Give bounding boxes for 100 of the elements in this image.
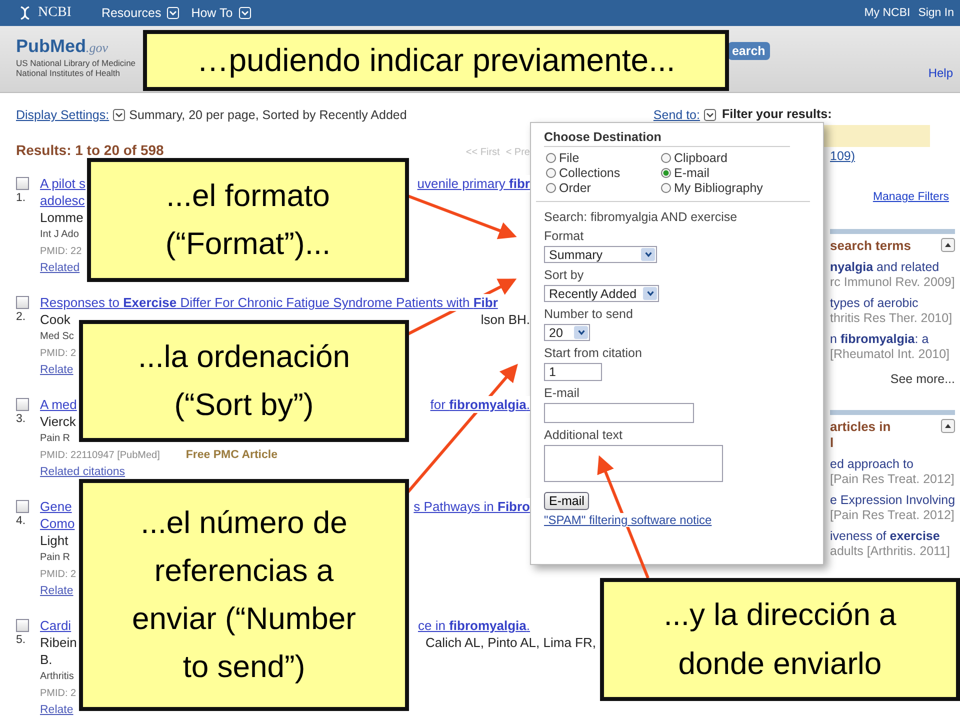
journal-citation: Int J Ado [40, 228, 79, 242]
email-button[interactable]: E-mail [544, 492, 590, 510]
article-link[interactable]: ed approach to [830, 457, 914, 472]
callout-box: …pudiendo indicar previamente... [143, 30, 729, 91]
radio-button[interactable] [546, 183, 556, 193]
author-list: Lomme [40, 209, 84, 226]
article-link[interactable]: n fibromyalgia: a [830, 332, 929, 347]
menu-link[interactable]: How To [191, 6, 233, 20]
input-field[interactable]: 1 [544, 363, 602, 381]
caret-icon[interactable] [113, 109, 126, 121]
pmid-text: PMID: 22110947 [PubMed] [40, 449, 160, 463]
pmid-text: PMID: 2 [40, 568, 76, 582]
see-more-link[interactable]: See more... [890, 372, 955, 386]
organization-text: US National Library of Medicine [16, 58, 136, 68]
section-heading: articles in l [830, 419, 891, 451]
header-link[interactable]: Sign In [918, 7, 954, 19]
related-citations-link[interactable]: Relate [40, 362, 74, 379]
radio-label[interactable]: Collections [559, 166, 620, 180]
result-title-link[interactable]: Responses to Exercise Differ For Chronic Fatigue Syndrome Patients with Fibr [40, 294, 498, 311]
chevron-icon [644, 250, 652, 259]
article-link[interactable]: e Expression Involving [830, 493, 956, 508]
dropdown[interactable]: Summary [544, 246, 657, 263]
results-heading: Results: 1 to 20 of 598 [16, 142, 164, 158]
organization-text: National Institutes of Health [16, 68, 121, 78]
callout-box: ...el formato (“Format”)... [87, 158, 409, 282]
popup-heading: Choose Destination [544, 130, 790, 147]
callout-box: ...el número de referencias a enviar (“Number to send”) [79, 479, 409, 711]
search-query: Search: fibromyalgia AND exercise [544, 210, 738, 224]
journal-citation: Arthritis [40, 670, 74, 684]
pmid-text: PMID: 2 [40, 347, 76, 361]
result-number: 1. [16, 192, 27, 204]
related-citations-link[interactable]: Related [40, 260, 80, 277]
article-source: [Rheumatol Int. 2010] [830, 347, 950, 362]
radio-button[interactable] [546, 168, 556, 178]
send-to-link[interactable]: Send to: [653, 108, 700, 122]
checkbox[interactable] [16, 500, 29, 513]
related-citations-link[interactable]: Relate [40, 583, 74, 600]
menu-link[interactable]: Resources [101, 6, 162, 20]
result-number: 4. [16, 515, 27, 527]
journal-citation: Med Sc [40, 330, 74, 344]
callout-box: ...la ordenación (“Sort by”) [79, 320, 409, 442]
radio-button[interactable] [661, 183, 671, 193]
journal-citation: Pain R [40, 432, 70, 446]
input-field[interactable] [544, 403, 694, 423]
checkbox[interactable] [16, 398, 29, 411]
author-list: lson BH. [480, 311, 530, 328]
checkbox[interactable] [16, 296, 29, 309]
radio-button[interactable] [661, 168, 671, 178]
checkbox[interactable] [16, 619, 29, 632]
checkbox[interactable] [16, 177, 29, 190]
radio-label[interactable]: E-mail [674, 166, 710, 180]
radio-label[interactable]: Order [559, 181, 591, 195]
article-link[interactable]: types of aerobic [830, 296, 918, 311]
spam-notice-link[interactable]: "SPAM" filtering software notice [544, 513, 712, 527]
field-label: Format [544, 229, 584, 244]
search-button[interactable]: earch [728, 42, 770, 60]
article-link[interactable]: nyalgia and related [830, 260, 940, 275]
article-link[interactable]: iveness of exercise [830, 529, 940, 544]
caret-icon[interactable] [704, 109, 716, 121]
display-summary: Summary, 20 per page, Sorted by Recently Added [129, 108, 407, 122]
callout-box: ...y la dirección a donde enviarlo [600, 578, 960, 701]
radio-label[interactable]: My Bibliography [674, 181, 763, 195]
result-title-link[interactable]: for fibromyalgia. [430, 396, 530, 413]
article-source: thritis Res Ther. 2010] [830, 311, 952, 326]
author-list: Cook [40, 311, 70, 328]
related-citations-link[interactable]: Related citations [40, 464, 126, 481]
manage-filters-link[interactable]: Manage Filters [872, 191, 949, 203]
header-link[interactable]: My NCBI [864, 7, 910, 19]
field-label: E-mail [544, 386, 580, 401]
pmid-text: PMID: 22 [40, 245, 82, 259]
section-heading: search terms [830, 238, 911, 254]
field-label: Additional text [544, 428, 623, 443]
field-label: Number to send [544, 307, 633, 322]
display-settings-link[interactable]: Display Settings: [16, 108, 110, 122]
journal-citation: Pain R [40, 551, 70, 565]
helix-icon [18, 6, 32, 20]
ncbi-logo[interactable]: NCBI [38, 5, 72, 21]
dropdown[interactable]: Recently Added [544, 285, 659, 302]
radio-label[interactable]: Clipboard [674, 151, 728, 165]
author-list: Calich AL, Pinto AL, Lima FR, [425, 634, 596, 651]
collapse-icon[interactable] [941, 238, 955, 252]
radio-label[interactable]: File [559, 151, 580, 165]
article-source: [Pain Res Treat. 2012] [830, 472, 954, 487]
author-list: Ribein [40, 634, 77, 651]
article-source: adults [Arthritis. 2011] [830, 544, 950, 559]
result-number: 5. [16, 634, 27, 646]
author-list: B. [40, 651, 52, 668]
author-list: Vierck [40, 413, 76, 430]
collapse-icon[interactable] [941, 419, 955, 433]
free-article-label: Free PMC Article [186, 448, 278, 463]
radio-button[interactable] [546, 153, 556, 163]
text-area[interactable] [544, 445, 723, 482]
result-number: 2. [16, 311, 27, 323]
help-link[interactable]: Help [928, 66, 953, 80]
related-citations-link[interactable]: Relate [40, 702, 74, 719]
filter-heading: Filter your results: [722, 107, 833, 121]
field-label: Start from citation [544, 346, 642, 361]
dropdown[interactable]: 20 [544, 324, 590, 341]
radio-button[interactable] [661, 153, 671, 163]
pubmed-logo[interactable]: PubMed.gov [16, 36, 136, 58]
